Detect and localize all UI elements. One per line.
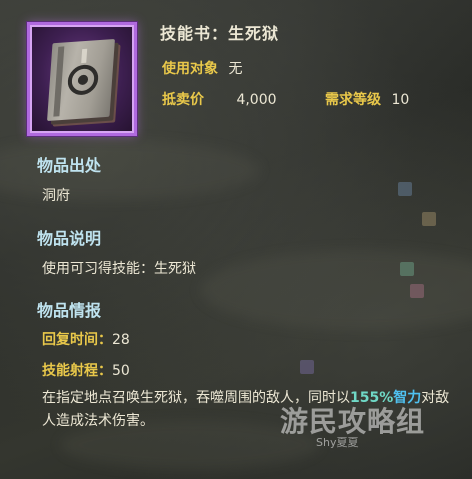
source-heading: 物品出处 <box>37 156 102 175</box>
map-marker-icon <box>400 262 414 276</box>
skill-range-label: 技能射程： <box>42 363 112 379</box>
bg-texture <box>200 250 472 330</box>
map-marker-icon <box>410 284 424 298</box>
skill-range-row: 技能射程：50 <box>42 360 130 380</box>
book-emblem-icon <box>66 63 100 96</box>
recover-time-value: 28 <box>112 332 130 348</box>
description-text: 使用可习得技能：生死狱 <box>42 261 196 277</box>
info-heading: 物品情报 <box>37 301 102 320</box>
map-marker-icon <box>398 182 412 196</box>
map-marker-icon <box>300 360 314 374</box>
use-target-row: 使用对象 无 <box>162 58 242 78</box>
level-req-row: 需求等级 10 <box>325 89 409 109</box>
sell-price-row: 抵卖价 4,000 <box>162 89 277 109</box>
source-value: 洞府 <box>42 188 70 204</box>
recover-time-row: 回复时间：28 <box>42 329 130 349</box>
sell-price-label: 抵卖价 <box>162 92 204 108</box>
level-req-label: 需求等级 <box>325 92 381 108</box>
book-label <box>81 48 88 64</box>
book-spine <box>53 46 65 117</box>
skill-book-icon <box>47 38 115 122</box>
item-name: 技能书：生死狱 <box>160 24 280 43</box>
use-target-label: 使用对象 <box>162 61 218 77</box>
watermark: 游民攻略组 Shy夏夏 <box>280 400 460 452</box>
watermark-author: Shy夏夏 <box>316 436 359 449</box>
level-req-value: 10 <box>391 92 410 108</box>
description-heading: 物品说明 <box>37 229 102 248</box>
skill-range-value: 50 <box>112 363 130 379</box>
use-target-value: 无 <box>228 61 243 77</box>
item-tooltip-panel: 技能书：生死狱 使用对象 无 抵卖价 4,000 需求等级 10 物品出处 洞府… <box>0 0 472 479</box>
map-marker-icon <box>422 212 436 226</box>
recover-time-label: 回复时间： <box>42 332 112 348</box>
sell-price-value: 4,000 <box>236 92 277 108</box>
item-icon-frame <box>27 22 137 136</box>
